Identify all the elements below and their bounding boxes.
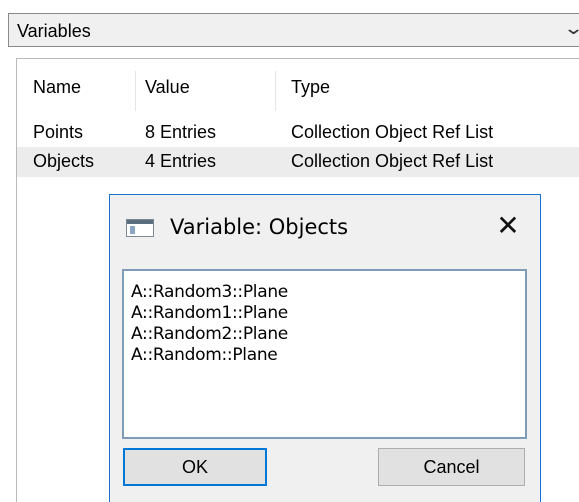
window-icon: [126, 219, 154, 237]
row-name: Points: [33, 122, 84, 142]
column-header-name[interactable]: Name: [33, 77, 81, 98]
row-type: Collection Object Ref List: [291, 151, 494, 171]
variables-dropdown[interactable]: Variables ⌄: [8, 13, 579, 47]
list-item[interactable]: A::Random2::Plane: [131, 324, 288, 344]
dialog-titlebar[interactable]: Variable: Objects ✕: [110, 195, 540, 259]
list-item[interactable]: A::Random3::Plane: [131, 282, 288, 302]
ok-button[interactable]: OK: [123, 448, 267, 486]
column-divider[interactable]: [275, 71, 276, 111]
objects-listbox[interactable]: A::Random3::Plane A::Random1::Plane A::R…: [122, 269, 527, 439]
row-value: 4 Entries: [145, 151, 217, 171]
dialog-title: Variable: Objects: [170, 215, 349, 239]
variables-dropdown-label: Variables: [17, 21, 91, 41]
list-item[interactable]: A::Random::Plane: [131, 345, 278, 365]
column-divider[interactable]: [135, 71, 136, 111]
column-header-value[interactable]: Value: [145, 77, 190, 98]
cancel-button[interactable]: Cancel: [378, 448, 525, 486]
column-header-type[interactable]: Type: [291, 77, 330, 98]
table-row-selected[interactable]: Objects 4 Entries Collection Object Ref …: [17, 147, 579, 177]
row-type: Collection Object Ref List: [291, 122, 494, 142]
list-item[interactable]: A::Random1::Plane: [131, 303, 288, 323]
variable-dialog: Variable: Objects ✕ A::Random3::Plane A:…: [109, 194, 541, 502]
table-row[interactable]: Points 8 Entries Collection Object Ref L…: [17, 118, 579, 148]
chevron-down-icon[interactable]: ⌄: [563, 18, 579, 39]
row-name: Objects: [33, 151, 95, 171]
row-value: 8 Entries: [145, 122, 217, 142]
close-icon[interactable]: ✕: [494, 212, 522, 240]
